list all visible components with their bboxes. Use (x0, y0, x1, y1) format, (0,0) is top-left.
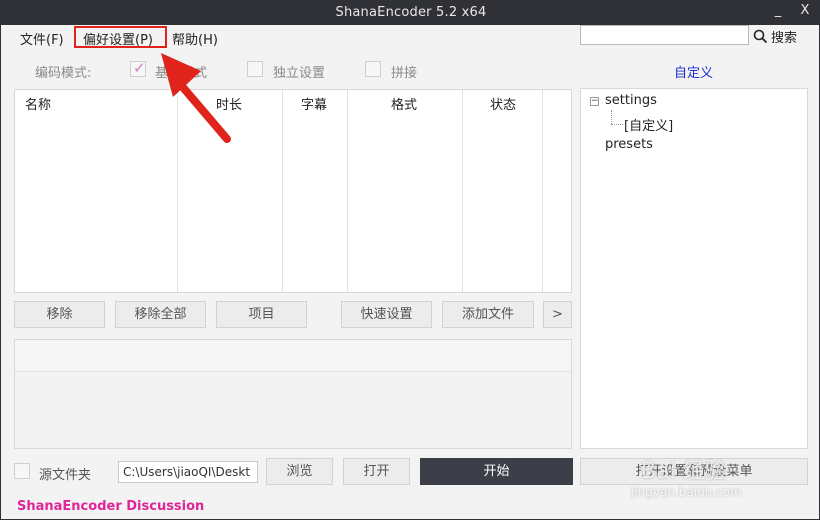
log-header (15, 340, 571, 372)
tree-node-settings[interactable]: settings (605, 93, 657, 108)
column-header-duration[interactable]: 时长 (216, 94, 242, 113)
column-header-name[interactable]: 名称 (25, 94, 51, 113)
concat-checkbox[interactable] (365, 61, 381, 77)
column-header-subtitle[interactable]: 字幕 (301, 94, 327, 113)
column-divider (462, 90, 463, 292)
open-button[interactable]: 打开 (343, 458, 410, 485)
tree-node-custom[interactable]: [自定义] (624, 115, 673, 134)
tree-connector (611, 124, 623, 125)
encode-mode-label: 编码模式: (35, 66, 92, 81)
tree-node-presets[interactable]: presets (605, 137, 653, 152)
start-button[interactable]: 开始 (420, 458, 573, 485)
settings-tree-panel[interactable]: − settings [自定义] presets (580, 88, 808, 449)
basic-mode-checkbox[interactable]: ✓ (130, 59, 146, 77)
tree-connector (611, 110, 612, 124)
more-button[interactable]: > (543, 301, 572, 328)
add-file-button[interactable]: 添加文件 (442, 301, 534, 328)
source-folder-checkbox[interactable] (14, 463, 30, 479)
search-icon (753, 29, 768, 44)
column-header-status[interactable]: 状态 (490, 94, 516, 113)
preferences-highlight-box (74, 26, 167, 48)
search-button[interactable]: 搜索 (753, 27, 797, 46)
independent-settings-label: 独立设置 (273, 66, 326, 81)
basic-mode-label: 基本模式 (155, 66, 208, 81)
title-bar: ShanaEncoder 5.2 x64 _ X (1, 1, 820, 25)
window-title: ShanaEncoder 5.2 x64 (335, 5, 487, 20)
output-path-field[interactable]: C:\Users\jiaoQI\Deskt (118, 461, 258, 483)
baidu-watermark: Bai 经验 (641, 459, 727, 484)
independent-settings-checkbox[interactable] (247, 61, 263, 77)
browse-button[interactable]: 浏览 (266, 458, 333, 485)
file-table[interactable]: 名称 时长 字幕 格式 状态 (14, 89, 572, 293)
quick-settings-button[interactable]: 快速设置 (341, 301, 432, 328)
collapse-toggle-icon[interactable]: − (590, 97, 599, 106)
column-header-format[interactable]: 格式 (391, 94, 417, 113)
source-folder-label: 源文件夹 (39, 468, 92, 483)
column-divider (177, 90, 178, 292)
menu-help[interactable]: 帮助(H) (172, 29, 218, 48)
discussion-link[interactable]: ShanaEncoder Discussion (17, 499, 204, 514)
menu-file[interactable]: 文件(F) (20, 29, 64, 48)
concat-label: 拼接 (391, 66, 418, 81)
custom-link[interactable]: 自定义 (674, 62, 713, 81)
search-input[interactable] (580, 25, 749, 45)
remove-button[interactable]: 移除 (14, 301, 105, 328)
remove-all-button[interactable]: 移除全部 (115, 301, 206, 328)
app-window: ShanaEncoder 5.2 x64 _ X 文件(F) 偏好设置(P) 帮… (0, 0, 820, 520)
close-button[interactable]: X (796, 3, 814, 18)
check-icon: ✓ (133, 59, 146, 77)
minimize-button[interactable]: _ (769, 3, 787, 18)
log-panel (14, 339, 572, 449)
search-button-label: 搜索 (771, 31, 798, 46)
column-divider (347, 90, 348, 292)
column-divider (542, 90, 543, 292)
column-divider (282, 90, 283, 292)
baidu-watermark-url: jingyan.baidu.com (631, 485, 742, 499)
item-button[interactable]: 项目 (216, 301, 307, 328)
